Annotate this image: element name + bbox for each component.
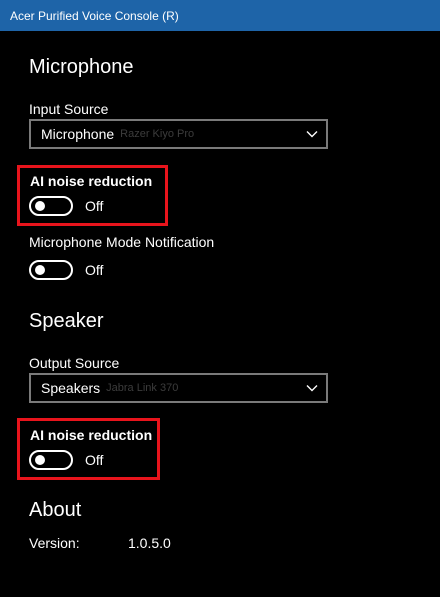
mode-notification-label: Microphone Mode Notification bbox=[29, 234, 215, 250]
mode-notification-row: Off bbox=[29, 260, 103, 280]
output-source-device: Jabra Link 370 bbox=[106, 382, 179, 394]
speaker-ai-noise-row: Off bbox=[29, 450, 103, 470]
toggle-knob bbox=[35, 201, 45, 211]
mode-notification-state: Off bbox=[85, 262, 104, 278]
speaker-ai-noise-label: AI noise reduction bbox=[30, 427, 153, 443]
version-value: 1.0.5.0 bbox=[128, 535, 171, 551]
mic-ai-noise-toggle[interactable] bbox=[29, 196, 73, 216]
toggle-knob bbox=[35, 265, 45, 275]
chevron-down-icon bbox=[306, 131, 318, 138]
mic-ai-noise-row: Off bbox=[29, 196, 103, 216]
mode-notification-toggle[interactable] bbox=[29, 260, 73, 280]
speaker-section-title: Speaker bbox=[29, 310, 104, 332]
output-source-label: Output Source bbox=[29, 355, 120, 371]
speaker-ai-noise-state: Off bbox=[85, 452, 104, 468]
input-source-device: Razer Kiyo Pro bbox=[120, 128, 195, 140]
output-source-value: Speakers bbox=[41, 380, 101, 396]
window-title: Acer Purified Voice Console (R) bbox=[10, 8, 179, 23]
output-source-dropdown[interactable]: Speakers Jabra Link 370 bbox=[29, 373, 328, 403]
toggle-knob bbox=[35, 455, 45, 465]
input-source-dropdown[interactable]: Microphone Razer Kiyo Pro bbox=[29, 119, 328, 149]
input-source-value: Microphone bbox=[41, 126, 115, 142]
input-source-label: Input Source bbox=[29, 101, 109, 117]
microphone-section-title: Microphone bbox=[29, 56, 134, 78]
speaker-ai-noise-toggle[interactable] bbox=[29, 450, 73, 470]
title-bar: Acer Purified Voice Console (R) bbox=[0, 0, 440, 31]
chevron-down-icon bbox=[306, 385, 318, 392]
mic-ai-noise-label: AI noise reduction bbox=[30, 173, 153, 189]
version-label: Version: bbox=[29, 535, 80, 551]
mic-ai-noise-state: Off bbox=[85, 198, 104, 214]
about-section-title: About bbox=[29, 499, 82, 521]
